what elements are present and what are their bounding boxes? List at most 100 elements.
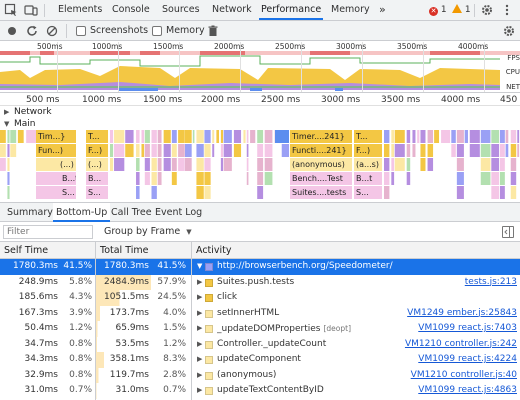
settings-gear-icon[interactable] (480, 3, 494, 17)
expand-arrow-icon[interactable]: ▶ (197, 275, 205, 291)
ruler-tick: 3000 ms (321, 95, 361, 105)
tab-performance[interactable]: Performance (259, 0, 324, 20)
warning-count-badge[interactable]: 1 (452, 4, 471, 16)
table-row[interactable]: 34.3ms 0.8% 358.1ms 8.3% ▶ updateComponent VM1… (0, 352, 520, 368)
total-time-percent: 8.3% (163, 354, 186, 364)
expand-arrow-icon[interactable]: ▶ (197, 368, 205, 384)
activity-name: http://browserbench.org/Speedometer/ (217, 259, 417, 275)
main-flame-chart[interactable]: Tim...} Fun...) (...) B...t S... T... F.… (0, 130, 520, 200)
self-time-percent: 0.8% (69, 354, 92, 364)
table-row[interactable]: 32.9ms 0.8% 119.7ms 2.8% ▶ (anonymous) VM1210 … (0, 367, 520, 384)
total-time-header[interactable]: Total Time (96, 242, 191, 259)
memory-checkbox[interactable] (152, 26, 162, 36)
toggle-sidebar-icon[interactable] (502, 226, 514, 238)
total-time-percent: 24.5% (157, 292, 186, 302)
inspect-element-icon[interactable] (4, 3, 18, 17)
tab-call-tree[interactable]: Call Tree (108, 203, 155, 222)
tab-elements[interactable]: Elements (56, 0, 104, 20)
expand-arrow-icon[interactable]: ▶ (197, 321, 205, 337)
source-link[interactable]: VM1210 controller.js:40 (387, 368, 517, 384)
expand-arrow-icon[interactable]: ▶ (197, 337, 205, 353)
expand-arrow-icon[interactable]: ▶ (197, 383, 205, 399)
self-time-header[interactable]: Self Time (0, 242, 95, 259)
network-track[interactable]: ▶ Network (0, 106, 520, 118)
expand-arrow-icon[interactable]: ▶ (4, 106, 9, 118)
flame-bar[interactable]: B... (86, 172, 108, 185)
reload-record-icon[interactable] (25, 24, 39, 38)
flame-bar[interactable]: B...t (354, 172, 382, 185)
table-row[interactable]: 248.9ms 5.8% 2484.9ms 57.9% ▶ Suites.push.tes… (0, 274, 520, 291)
flame-bar[interactable]: Timer....241} (290, 130, 352, 143)
activity-label: updateComponent (217, 354, 301, 364)
activity-header[interactable]: Activity (192, 242, 512, 259)
flame-bar[interactable]: Bench....Test (290, 172, 352, 185)
activity-tag: [deopt] (323, 324, 352, 333)
total-time-value: 358.1ms (109, 354, 149, 364)
flame-bar[interactable]: (...) (86, 158, 108, 171)
total-time-percent: 57.9% (157, 276, 186, 287)
main-track[interactable]: ▼ Main (0, 118, 520, 130)
table-row[interactable]: 185.6ms 4.3% 1051.5ms 24.5% ▶ click (0, 290, 520, 306)
clear-icon[interactable] (45, 24, 59, 38)
performance-toolbar: Screenshots Memory (0, 21, 520, 41)
expand-arrow-icon[interactable]: ▶ (197, 306, 205, 322)
source-link[interactable]: VM1099 react.js:4224 (387, 352, 517, 368)
source-link[interactable]: VM1099 react.js:4863 (387, 383, 517, 399)
total-time-percent: 4.0% (163, 307, 186, 318)
source-link[interactable]: VM1099 react.js:7403 (387, 321, 517, 337)
filter-input[interactable] (3, 225, 93, 239)
group-by-select[interactable]: Group by Frame ▼ (104, 225, 192, 239)
flame-bar[interactable]: T... (354, 130, 382, 143)
self-time-value: 185.6ms (18, 292, 58, 302)
total-time-value: 2484.9ms (104, 276, 149, 287)
filter-bar: Group by Frame ▼ (0, 222, 520, 242)
flame-bar[interactable]: S... (36, 186, 76, 199)
tab-bottom-up[interactable]: Bottom-Up (53, 203, 111, 222)
tab-network[interactable]: Network (210, 0, 254, 20)
tab-event-log[interactable]: Event Log (152, 203, 205, 222)
source-link[interactable]: VM1210 controller.js:242 (387, 337, 517, 353)
trash-icon[interactable] (206, 24, 220, 38)
expand-arrow-icon[interactable]: ▶ (197, 352, 205, 368)
self-time-percent: 5.8% (69, 276, 92, 287)
source-link[interactable]: tests.js:213 (387, 275, 517, 291)
flame-bar[interactable]: S... (86, 186, 108, 199)
capture-settings-gear-icon[interactable] (502, 24, 516, 38)
table-row[interactable]: 167.3ms 3.9% 173.7ms 4.0% ▶ setInnerHTML VM124… (0, 305, 520, 322)
table-row[interactable]: 50.4ms 1.2% 65.9ms 1.5% ▶ _updateDOMPropertie… (0, 321, 520, 337)
more-tabs-button[interactable]: » (377, 0, 388, 20)
screenshots-checkbox[interactable] (76, 26, 86, 36)
tab-sources[interactable]: Sources (160, 0, 202, 20)
flame-bar[interactable]: Tim...} (36, 130, 76, 143)
activity-label: _updateDOMProperties (217, 324, 321, 334)
collapse-arrow-icon[interactable]: ▼ (197, 259, 205, 275)
table-row[interactable]: 31.0ms 0.7% 31.0ms 0.7% ▶ updateTextContentBy… (0, 383, 520, 399)
flame-bar[interactable]: S... (354, 186, 382, 199)
expand-arrow-icon[interactable]: ▶ (197, 290, 205, 306)
flame-bar[interactable]: F...) (86, 144, 108, 157)
category-color-swatch (205, 356, 213, 364)
tab-summary[interactable]: Summary (4, 203, 56, 222)
flame-bar[interactable]: Functi....241} (290, 144, 352, 157)
flame-bar[interactable]: (...) (36, 158, 76, 171)
tab-console[interactable]: Console (110, 0, 152, 20)
table-row[interactable]: 1780.3ms 41.5% 1780.3ms 41.5% ▼ http://browse… (0, 259, 520, 275)
table-row[interactable]: 34.7ms 0.8% 53.5ms 1.2% ▶ Controller._updateC… (0, 336, 520, 353)
flame-bar[interactable]: (a...s) (354, 158, 382, 171)
flame-bar[interactable]: F...) (354, 144, 382, 157)
flame-bar[interactable]: Fun...) (36, 144, 76, 157)
flame-background (0, 130, 520, 199)
flame-bar[interactable]: (anonymous) (290, 158, 352, 171)
tab-memory[interactable]: Memory (329, 0, 372, 20)
record-icon[interactable] (5, 24, 19, 38)
kebab-menu-icon[interactable] (500, 3, 514, 17)
timeline-overview[interactable]: 500ms 1000ms 1500ms 2000ms 2500ms 3000ms… (0, 42, 520, 92)
flame-bar[interactable]: T... (86, 130, 108, 143)
source-link[interactable]: VM1249 ember.js:25843 (387, 306, 517, 322)
category-color-swatch (205, 294, 213, 302)
collapse-arrow-icon[interactable]: ▼ (4, 118, 9, 130)
error-count-badge[interactable]: ✕ 1 (429, 4, 447, 16)
flame-bar[interactable]: Suites....tests (290, 186, 352, 199)
flame-bar[interactable]: B...t (36, 172, 76, 185)
device-toolbar-icon[interactable] (24, 3, 38, 17)
